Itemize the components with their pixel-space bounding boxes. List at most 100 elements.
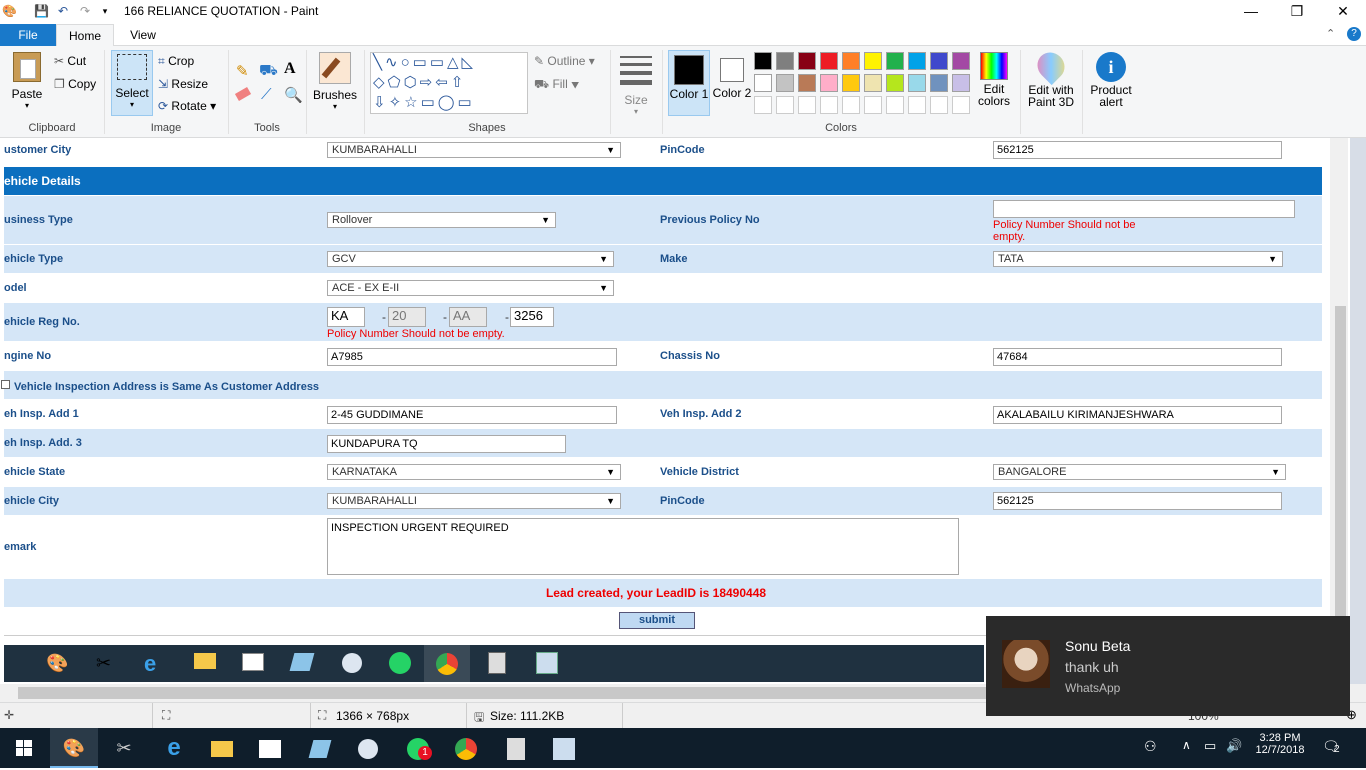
palette-empty-slot[interactable]: [886, 96, 904, 114]
show-hidden-icons-icon[interactable]: ∧: [1182, 738, 1191, 752]
palette-empty-slot[interactable]: [798, 96, 816, 114]
state-select[interactable]: KARNATAKA ▼: [327, 464, 621, 480]
vertical-scrollbar[interactable]: ▼: [1332, 138, 1348, 684]
palette-swatch[interactable]: [776, 52, 794, 70]
palette-swatch[interactable]: [820, 74, 838, 92]
palette-swatch[interactable]: [864, 74, 882, 92]
brushes-button[interactable]: Brushes ▾: [312, 52, 358, 116]
taskbar-explorer[interactable]: [198, 728, 246, 768]
add1-input[interactable]: 2-45 GUDDIMANE: [327, 406, 617, 424]
redo-icon[interactable]: ↷: [78, 4, 92, 18]
customize-quick-access-icon[interactable]: ▾: [98, 4, 112, 18]
taskbar-paint2[interactable]: [344, 728, 392, 768]
prev-policy-input[interactable]: [993, 200, 1295, 218]
palette-empty-slot[interactable]: [952, 96, 970, 114]
reg-state-input[interactable]: KA: [327, 307, 365, 327]
taskbar-whatsapp[interactable]: 1: [394, 728, 442, 768]
color-picker-icon[interactable]: ⟋: [261, 86, 272, 103]
palette-swatch[interactable]: [908, 52, 926, 70]
palette-swatch[interactable]: [842, 74, 860, 92]
taskbar-snipping[interactable]: ✂: [100, 728, 148, 768]
crop-button[interactable]: ⌗ Crop: [158, 54, 194, 69]
help-icon[interactable]: ?: [1347, 27, 1361, 41]
restore-button[interactable]: ❐: [1274, 0, 1320, 24]
resize-button[interactable]: ⇲ Resize: [158, 77, 208, 91]
clock[interactable]: 3:28 PM 12/7/2018: [1252, 732, 1308, 756]
district-select[interactable]: BANGALORE ▼: [993, 464, 1286, 480]
palette-empty-slot[interactable]: [776, 96, 794, 114]
palette-swatch[interactable]: [952, 52, 970, 70]
tab-file[interactable]: File: [0, 24, 56, 46]
make-select[interactable]: TATA ▼: [993, 251, 1283, 267]
reg-district-input[interactable]: 20: [388, 307, 426, 327]
pincode-input[interactable]: 562125: [993, 141, 1282, 159]
fill-bucket-icon[interactable]: ⛟: [259, 62, 278, 81]
add3-input[interactable]: KUNDAPURA TQ: [327, 435, 566, 453]
eraser-icon[interactable]: [234, 87, 252, 101]
taskbar-notes[interactable]: [296, 728, 344, 768]
cut-button[interactable]: ✂ Cut: [54, 54, 86, 68]
color2-button[interactable]: Color 2: [712, 50, 752, 116]
outline-button[interactable]: ✎ Outline ▾: [534, 54, 595, 68]
engine-input[interactable]: A7985: [327, 348, 617, 366]
undo-icon[interactable]: ↶: [56, 4, 70, 18]
palette-empty-slot[interactable]: [930, 96, 948, 114]
business-type-select[interactable]: Rollover ▼: [327, 212, 556, 228]
copy-button[interactable]: ❐ Copy: [54, 77, 96, 91]
select-button[interactable]: Select ▾: [111, 50, 153, 116]
taskbar-edge[interactable]: e: [150, 728, 198, 768]
palette-swatch[interactable]: [886, 52, 904, 70]
reg-series-input[interactable]: AA: [449, 307, 487, 327]
canvas[interactable]: ustomer City KUMBARAHALLI ▼ PinCode 56212…: [0, 138, 1348, 684]
volume-icon[interactable]: 🔊: [1226, 738, 1242, 754]
vehicle-type-select[interactable]: GCV ▼: [327, 251, 614, 267]
action-center-button[interactable]: 🗨 2: [1322, 738, 1340, 755]
taskbar-calculator[interactable]: [492, 728, 540, 768]
color-palette[interactable]: [754, 52, 974, 118]
rotate-button[interactable]: ⟳ Rotate ▾: [158, 99, 216, 113]
model-select[interactable]: ACE - EX E-II ▼: [327, 280, 614, 296]
palette-swatch[interactable]: [776, 74, 794, 92]
palette-empty-slot[interactable]: [842, 96, 860, 114]
collapse-ribbon-icon[interactable]: ⌃: [1326, 27, 1335, 40]
vcity-select[interactable]: KUMBARAHALLI ▼: [327, 493, 621, 509]
save-icon[interactable]: 💾: [34, 4, 49, 18]
palette-swatch[interactable]: [864, 52, 882, 70]
same-address-checkbox[interactable]: [1, 380, 10, 389]
palette-swatch[interactable]: [754, 52, 772, 70]
reg-number-input[interactable]: 3256: [510, 307, 554, 327]
taskbar-spreadsheet[interactable]: [540, 728, 588, 768]
customer-city-select[interactable]: KUMBARAHALLI ▼: [327, 142, 621, 158]
palette-swatch[interactable]: [930, 52, 948, 70]
submit-button[interactable]: submit: [619, 612, 695, 629]
paste-button[interactable]: Paste ▾: [8, 52, 46, 116]
fill-button[interactable]: ⛟ Fill ▾: [534, 77, 579, 93]
palette-empty-slot[interactable]: [820, 96, 838, 114]
color1-button[interactable]: Color 1: [668, 50, 710, 116]
people-icon[interactable]: ⚇: [1144, 738, 1157, 755]
pencil-icon[interactable]: ✎: [236, 62, 249, 80]
tab-view[interactable]: View: [114, 24, 172, 46]
vpincode-input[interactable]: 562125: [993, 492, 1282, 510]
size-button[interactable]: Size ▾: [616, 52, 656, 116]
palette-empty-slot[interactable]: [908, 96, 926, 114]
text-tool-icon[interactable]: A: [284, 60, 296, 78]
remark-textarea[interactable]: INSPECTION URGENT REQUIRED: [327, 518, 959, 575]
chassis-input[interactable]: 47684: [993, 348, 1282, 366]
palette-empty-slot[interactable]: [754, 96, 772, 114]
paint3d-button[interactable]: Edit with Paint 3D: [1024, 46, 1078, 116]
taskbar-photos[interactable]: [246, 728, 294, 768]
palette-swatch[interactable]: [886, 74, 904, 92]
palette-swatch[interactable]: [798, 52, 816, 70]
product-alert-button[interactable]: i Product alert: [1086, 52, 1136, 116]
notification-toast[interactable]: Sonu Beta thank uh WhatsApp: [986, 616, 1350, 716]
palette-swatch[interactable]: [930, 74, 948, 92]
shapes-gallery[interactable]: ╲∿○▭▭△◺ ◇⬠⬡⇨⇦⇧ ⇩✧☆▭◯▭: [370, 52, 528, 114]
start-button[interactable]: [0, 728, 48, 768]
network-icon[interactable]: ▭: [1204, 738, 1216, 754]
palette-swatch[interactable]: [754, 74, 772, 92]
edit-colors-button[interactable]: Edit colors: [976, 52, 1012, 116]
palette-swatch[interactable]: [842, 52, 860, 70]
palette-swatch[interactable]: [908, 74, 926, 92]
palette-empty-slot[interactable]: [864, 96, 882, 114]
